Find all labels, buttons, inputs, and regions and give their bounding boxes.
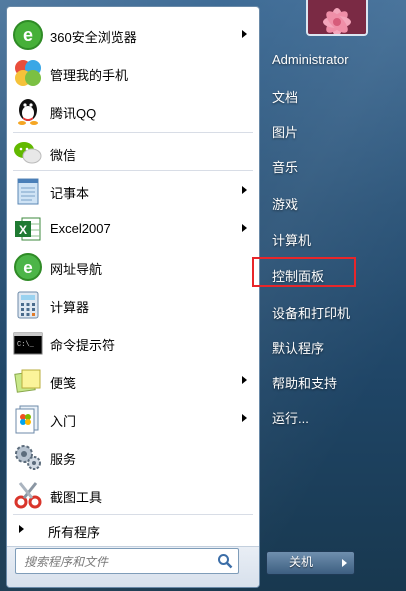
program-item-excel[interactable]: X Excel2007 <box>7 210 259 248</box>
program-item-web-nav[interactable]: e 网址导航 <box>7 248 259 286</box>
submenu-arrow-icon <box>242 376 247 384</box>
program-item-calculator[interactable]: 计算器 <box>7 286 259 324</box>
all-programs-button[interactable]: 所有程序 <box>7 514 259 544</box>
expand-arrow-icon <box>19 525 24 533</box>
right-item-pictures[interactable]: 图片 <box>266 118 396 142</box>
right-item-music[interactable]: 音乐 <box>266 153 396 177</box>
program-item-qq[interactable]: 腾讯QQ <box>7 92 259 130</box>
right-item-default-programs[interactable]: 默认程序 <box>266 334 396 358</box>
shutdown-options-button[interactable] <box>334 551 355 575</box>
svg-text:e: e <box>23 258 32 277</box>
right-item-label: 帮助和支持 <box>272 376 338 391</box>
shutdown-button[interactable]: 关机 <box>266 551 336 575</box>
qq-penguin-icon <box>18 99 38 125</box>
submenu-arrow-icon <box>242 30 247 38</box>
divider <box>13 132 253 133</box>
getting-started-icon <box>15 405 39 434</box>
program-label: 便笺 <box>50 376 77 391</box>
flower-avatar-icon <box>308 0 366 34</box>
program-item-getting-started[interactable]: 入门 <box>7 400 259 438</box>
calculator-icon <box>17 291 39 319</box>
wechat-icon <box>14 142 42 164</box>
web-nav-icon: e <box>14 253 42 281</box>
program-item-services[interactable]: 服务 <box>7 438 259 476</box>
right-item-label: 图片 <box>272 125 299 140</box>
program-label: 服务 <box>50 452 77 467</box>
right-item-games[interactable]: 游戏 <box>266 190 396 214</box>
excel-icon: X <box>15 217 41 241</box>
submenu-arrow-icon <box>242 186 247 194</box>
program-label: 计算器 <box>50 300 90 315</box>
right-item-run[interactable]: 运行... <box>266 404 396 428</box>
search-icon[interactable] <box>216 552 234 570</box>
right-item-user-name[interactable]: Administrator <box>266 48 396 72</box>
right-item-label: 默认程序 <box>272 341 325 356</box>
highlight-box <box>252 257 356 287</box>
program-item-cmd[interactable]: C:\_ 命令提示符 <box>7 324 259 362</box>
program-label: 腾讯QQ <box>50 106 97 121</box>
svg-text:C:\_: C:\_ <box>17 341 35 349</box>
program-item-sticky-notes[interactable]: 便笺 <box>7 362 259 400</box>
right-item-label: 计算机 <box>272 233 312 248</box>
program-label: 截图工具 <box>50 490 103 505</box>
programs-panel: e 360安全浏览器 管理我的手机 腾讯QQ 微信 记事本 X Excel200… <box>6 6 260 588</box>
user-avatar[interactable] <box>306 0 368 36</box>
program-item-360-browser[interactable]: e 360安全浏览器 <box>7 16 259 54</box>
right-item-devices-printers[interactable]: 设备和打印机 <box>266 299 396 323</box>
right-item-label: 设备和打印机 <box>272 306 351 321</box>
program-label: Excel2007 <box>50 221 111 236</box>
search-box <box>15 548 239 574</box>
program-item-snipping-tool[interactable]: 截图工具 <box>7 476 259 514</box>
program-label: 360安全浏览器 <box>50 30 137 45</box>
notepad-icon <box>17 178 39 205</box>
program-label: 命令提示符 <box>50 338 116 353</box>
right-item-label: 运行... <box>272 411 309 426</box>
right-item-documents[interactable]: 文档 <box>266 83 396 107</box>
divider <box>13 170 253 171</box>
svg-text:e: e <box>23 25 33 45</box>
services-gear-icon <box>15 445 41 470</box>
arrow-right-icon <box>342 559 347 567</box>
program-label: 记事本 <box>50 186 90 201</box>
snipping-tool-icon <box>14 482 42 509</box>
right-item-computer[interactable]: 计算机 <box>266 226 396 250</box>
submenu-arrow-icon <box>242 414 247 422</box>
program-label: 管理我的手机 <box>50 68 129 83</box>
phone-manager-icon <box>15 60 41 86</box>
program-label: 网址导航 <box>50 262 103 277</box>
search-input[interactable] <box>22 552 212 572</box>
right-item-label: 音乐 <box>272 160 299 175</box>
program-label: 微信 <box>50 148 77 163</box>
program-item-phone-manager[interactable]: 管理我的手机 <box>7 54 259 92</box>
all-programs-label: 所有程序 <box>48 525 101 540</box>
svg-text:X: X <box>19 223 27 237</box>
right-item-label: 文档 <box>272 90 299 105</box>
right-item-label: Administrator <box>272 52 349 67</box>
program-item-notepad[interactable]: 记事本 <box>7 172 259 210</box>
right-item-label: 游戏 <box>272 197 299 212</box>
right-item-help-support[interactable]: 帮助和支持 <box>266 369 396 393</box>
program-item-wechat[interactable]: 微信 <box>7 134 259 172</box>
sticky-notes-icon <box>14 369 41 393</box>
cmd-icon: C:\_ <box>13 332 43 355</box>
program-label: 入门 <box>50 414 77 429</box>
360-browser-icon: e <box>13 20 43 50</box>
submenu-arrow-icon <box>242 224 247 232</box>
